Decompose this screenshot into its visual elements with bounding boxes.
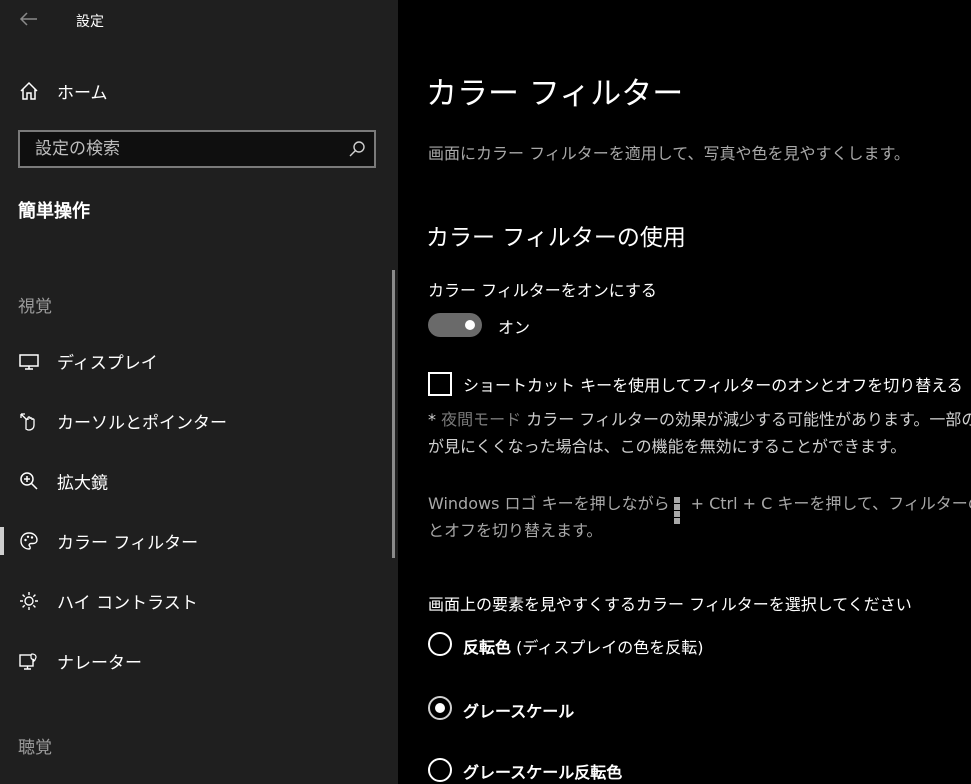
settings-search-box[interactable]: [18, 130, 376, 168]
color-filter-toggle[interactable]: [428, 313, 482, 337]
group-label-vision: 視覚: [18, 297, 52, 317]
narrator-icon: [18, 650, 40, 672]
section-heading: カラー フィルターの使用: [426, 225, 686, 251]
note-line1: カラー フィルターの効果が減少する可能性があります。一部の: [521, 410, 971, 429]
group-label-hearing: 聴覚: [18, 738, 52, 758]
search-input[interactable]: [20, 132, 355, 166]
filter-select-prompt: 画面上の要素を見やすくするカラー フィルターを選択してください: [428, 595, 912, 614]
page-title: カラー フィルター: [426, 76, 684, 112]
night-light-note: * 夜間モード カラー フィルターの効果が減少する可能性があります。一部の が見…: [428, 406, 971, 460]
category-title: 簡単操作: [18, 201, 90, 222]
info-line1-b: + Ctrl + C キーを押して、フィルターのオン: [690, 494, 971, 513]
sidebar-item-narrator[interactable]: ナレーター: [0, 639, 398, 683]
home-label: ホーム: [57, 83, 108, 104]
pointer-icon: [18, 410, 40, 432]
radio-label-rest: (ディスプレイの色を反転): [511, 638, 704, 657]
main-content: カラー フィルター 画面にカラー フィルターを適用して、写真や色を見やすくします…: [398, 0, 971, 784]
radio-dot: [435, 703, 445, 713]
sidebar-item-label: ハイ コントラスト: [57, 593, 198, 614]
toggle-state-text: オン: [498, 318, 531, 337]
toggle-knob: [465, 320, 475, 330]
radio-label-bold: グレースケール反転色: [463, 763, 623, 782]
sidebar-item-high-contrast[interactable]: ハイ コントラスト: [0, 579, 398, 623]
info-line2: とオフを切り替えます。: [428, 521, 603, 540]
radio-inverted-label[interactable]: 反転色 (ディスプレイの色を反転): [463, 634, 703, 658]
radio-grayscale-inverted[interactable]: [428, 758, 452, 782]
radio-grayscale-label[interactable]: グレースケール: [463, 698, 574, 722]
back-arrow-icon[interactable]: [18, 8, 40, 30]
note-prefix: *: [428, 410, 442, 429]
checkbox-label[interactable]: ショートカット キーを使用してフィルターのオンとオフを切り替える: [463, 372, 963, 396]
note-line2: が見にくくなった場合は、この機能を無効にすることができます。: [428, 437, 907, 456]
radio-label-bold: グレースケール: [463, 702, 575, 721]
sidebar: 設定 ホーム 簡単操作 視覚 ディスプレイ カーソルとポインター 拡大鏡: [0, 0, 398, 784]
sidebar-item-label: カラー フィルター: [57, 533, 199, 554]
home-icon: [18, 80, 40, 102]
page-description: 画面にカラー フィルターを適用して、写真や色を見やすくします。: [428, 144, 910, 163]
sidebar-item-cursor-pointer[interactable]: カーソルとポインター: [0, 399, 398, 443]
sidebar-item-magnifier[interactable]: 拡大鏡: [0, 459, 398, 503]
info-line1-a: Windows ロゴ キーを押しながら: [428, 494, 670, 513]
toggle-label: カラー フィルターをオンにする: [428, 281, 657, 300]
sidebar-item-label: ディスプレイ: [57, 353, 158, 374]
radio-inverted[interactable]: [428, 632, 452, 656]
night-light-link[interactable]: 夜間モード: [441, 410, 521, 429]
magnifier-icon: [18, 470, 40, 492]
shortcut-info: Windows ロゴ キーを押しながら + Ctrl + C キーを押して、フィル…: [428, 490, 971, 544]
sidebar-item-display[interactable]: ディスプレイ: [0, 339, 398, 383]
shortcut-key-checkbox[interactable]: [428, 372, 452, 396]
radio-label-bold: 反転色: [463, 638, 512, 657]
radio-grayscale-inverted-label[interactable]: グレースケール反転色: [463, 759, 622, 783]
sidebar-scrollbar[interactable]: [392, 270, 395, 558]
sidebar-item-label: ナレーター: [57, 653, 142, 674]
radio-grayscale[interactable]: [428, 696, 452, 720]
palette-icon: [18, 530, 40, 552]
selection-indicator: [0, 527, 4, 555]
sidebar-item-label: カーソルとポインター: [57, 413, 227, 434]
monitor-icon: [18, 350, 40, 372]
sidebar-item-label: 拡大鏡: [57, 473, 108, 494]
search-icon[interactable]: [348, 140, 366, 158]
app-title: 設定: [76, 14, 104, 30]
windows-logo-icon: [673, 497, 687, 524]
home-nav-item[interactable]: ホーム: [0, 69, 398, 113]
sidebar-item-color-filters[interactable]: カラー フィルター: [0, 519, 398, 563]
sun-icon: [18, 590, 40, 612]
